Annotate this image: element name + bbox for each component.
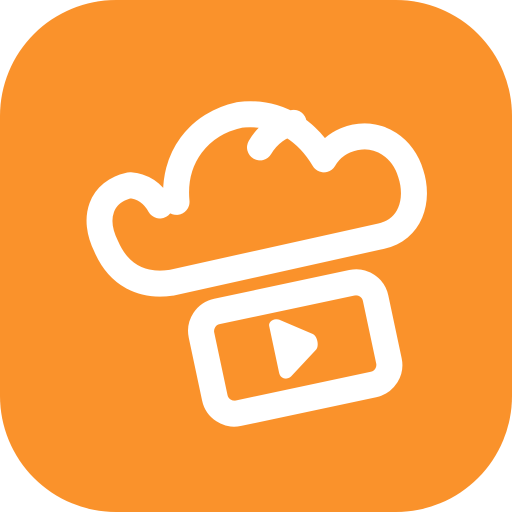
app-icon[interactable] xyxy=(0,0,512,512)
cloud-video-glyph xyxy=(86,101,427,427)
icon-canvas xyxy=(0,0,512,512)
play-icon xyxy=(269,319,318,379)
cloud-icon xyxy=(86,101,427,297)
